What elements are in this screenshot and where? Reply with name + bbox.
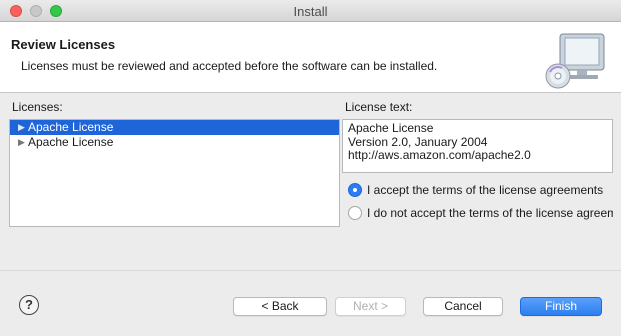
cancel-button[interactable]: Cancel: [423, 297, 503, 316]
license-options: I accept the terms of the license agreem…: [348, 175, 613, 235]
license-text-label: License text:: [345, 100, 413, 114]
licenses-tree[interactable]: ▶ Apache License ▶ Apache License: [9, 119, 340, 227]
wizard-header: Review Licenses Licenses must be reviewe…: [0, 22, 621, 93]
help-button[interactable]: ?: [19, 295, 39, 315]
license-item[interactable]: ▶ Apache License: [10, 135, 339, 150]
next-button[interactable]: Next >: [335, 297, 406, 316]
license-item-label: Apache License: [28, 120, 114, 134]
computer-cd-icon: [545, 33, 605, 89]
license-text-content: Apache License Version 2.0, January 2004…: [348, 121, 531, 162]
back-button[interactable]: < Back: [233, 297, 327, 316]
license-item-label: Apache License: [28, 135, 114, 149]
expand-triangle-icon[interactable]: ▶: [18, 120, 25, 135]
decline-radio[interactable]: [348, 206, 362, 220]
footer-divider: [0, 270, 621, 271]
finish-button[interactable]: Finish: [520, 297, 602, 316]
accept-radio[interactable]: [348, 183, 362, 197]
window-titlebar: Install: [0, 0, 621, 22]
license-text-area[interactable]: Apache License Version 2.0, January 2004…: [342, 119, 613, 173]
decline-label[interactable]: I do not accept the terms of the license…: [367, 205, 613, 221]
page-description: Licenses must be reviewed and accepted b…: [21, 59, 438, 73]
page-title: Review Licenses: [11, 37, 116, 52]
expand-triangle-icon[interactable]: ▶: [18, 135, 25, 150]
window-title: Install: [293, 4, 328, 19]
accept-label[interactable]: I accept the terms of the license agreem…: [367, 182, 603, 198]
license-item[interactable]: ▶ Apache License: [10, 120, 339, 135]
licenses-label: Licenses:: [12, 100, 63, 114]
